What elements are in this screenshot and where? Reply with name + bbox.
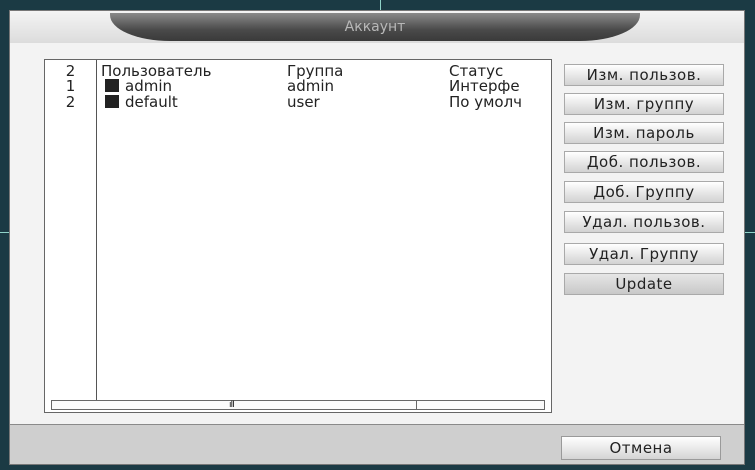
modify-password-button[interactable]: Изм. пароль: [564, 122, 724, 144]
scrollbar-thumb[interactable]: ıII: [52, 400, 417, 410]
background-guide-line: [0, 232, 9, 233]
background-guide-line: [745, 232, 755, 233]
column-divider: [96, 60, 97, 402]
account-dialog: Аккаунт 2 Пользователь Группа Статус 1 a…: [9, 10, 745, 465]
row-user: admin: [101, 78, 287, 95]
row-user: default: [101, 94, 287, 111]
row-status: Интерфе: [449, 78, 520, 95]
add-user-button[interactable]: Доб. пользов.: [564, 151, 724, 173]
table-row[interactable]: 2 default user По умолч: [45, 94, 551, 111]
delete-user-button[interactable]: Удал. пользов.: [564, 211, 724, 233]
modify-group-button[interactable]: Изм. группу: [564, 93, 724, 115]
row-user-name: admin: [125, 78, 172, 95]
footer-bar: Отмена: [10, 424, 744, 464]
dialog-title: Аккаунт: [110, 13, 640, 41]
row-group: admin: [287, 78, 334, 95]
title-bar: Аккаунт: [10, 11, 744, 43]
row-status: По умолч: [449, 94, 523, 111]
delete-group-button[interactable]: Удал. Группу: [564, 243, 724, 265]
row-number: 2: [65, 94, 76, 111]
horizontal-scrollbar[interactable]: ıII: [51, 400, 545, 410]
add-group-button[interactable]: Доб. Группу: [564, 181, 724, 203]
modify-user-button[interactable]: Изм. пользов.: [564, 64, 724, 86]
user-square-icon: [105, 95, 119, 108]
user-list[interactable]: 2 Пользователь Группа Статус 1 admin adm…: [44, 59, 552, 413]
background-guide-line: [380, 0, 381, 10]
user-square-icon: [105, 79, 119, 92]
row-number: 1: [65, 78, 76, 95]
table-row[interactable]: 1 admin admin Интерфе: [45, 78, 551, 95]
row-group: user: [287, 94, 320, 111]
row-user-name: default: [125, 94, 178, 111]
scrollbar-grip-icon: ıII: [229, 400, 235, 410]
cancel-button[interactable]: Отмена: [561, 436, 721, 460]
update-button[interactable]: Update: [564, 273, 724, 295]
